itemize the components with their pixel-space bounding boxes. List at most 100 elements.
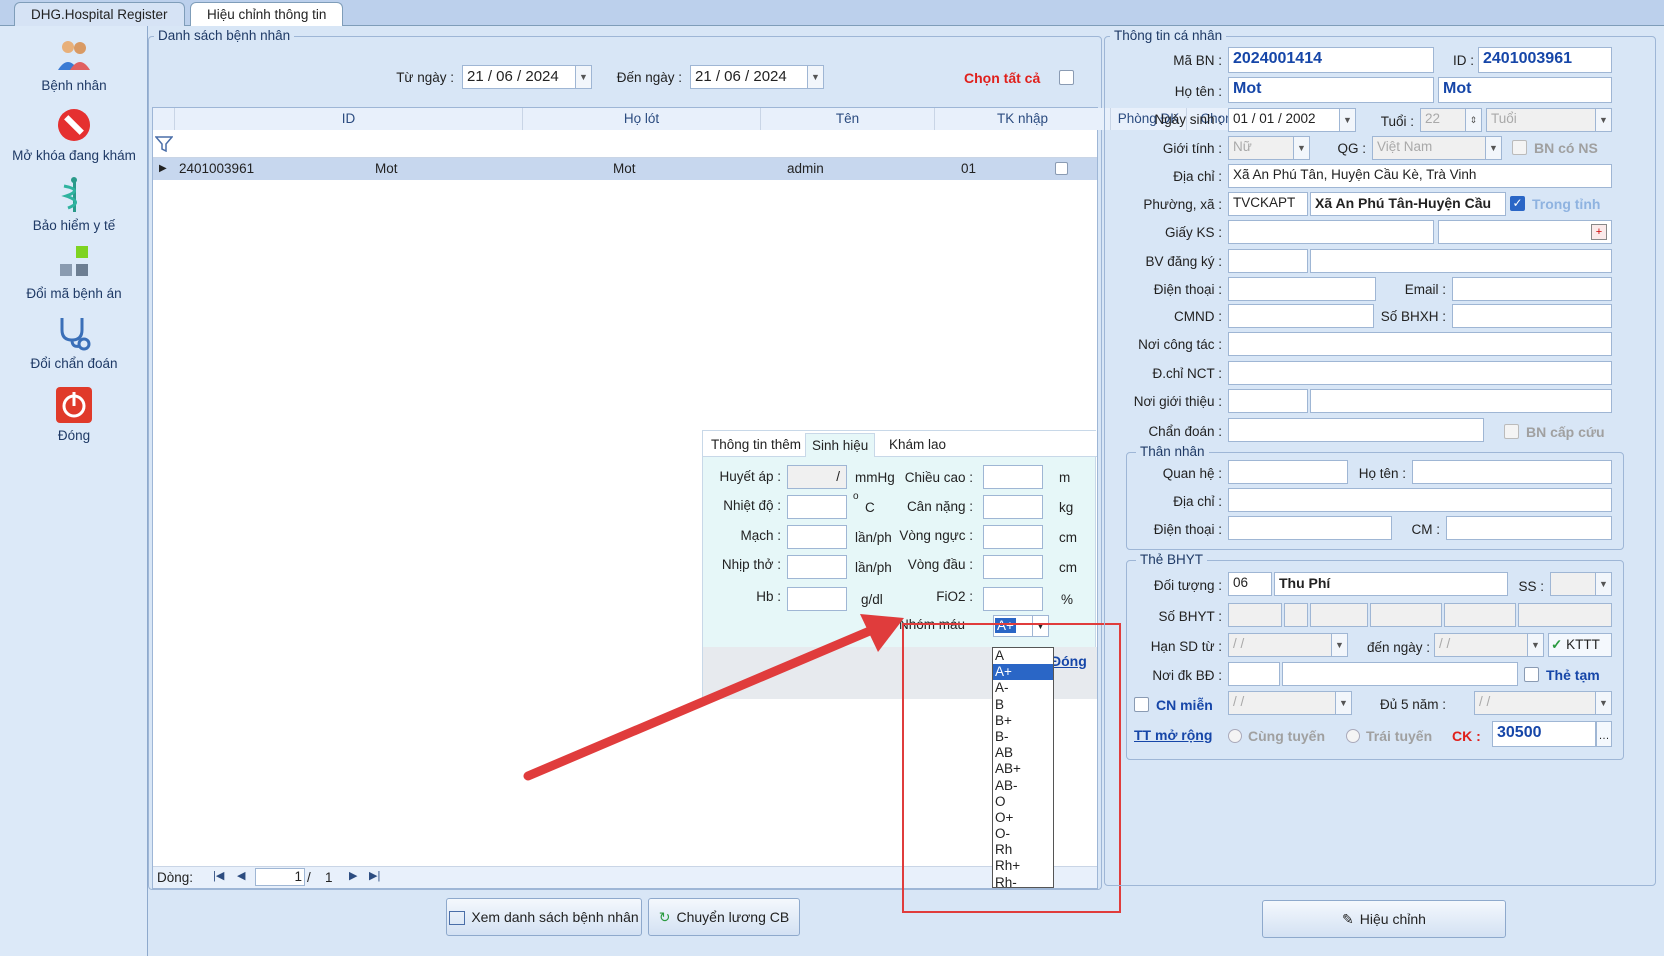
table-row[interactable]: ▶ 2401003961 Mot Mot admin 01: [153, 158, 1097, 180]
valid-from-field[interactable]: / / ▼: [1228, 633, 1348, 657]
workplace-address-field[interactable]: [1228, 361, 1612, 385]
next-page-icon[interactable]: ▶: [349, 869, 357, 882]
relative-name-field[interactable]: [1412, 460, 1612, 484]
relation-field[interactable]: [1228, 460, 1348, 484]
chevron-down-icon[interactable]: ▼: [1331, 634, 1347, 656]
tab-edit-info[interactable]: Hiệu chỉnh thông tin: [190, 2, 344, 26]
chevron-down-icon[interactable]: ▼: [575, 66, 591, 88]
from-date-field[interactable]: 21 / 06 / 2024 ▼: [462, 65, 592, 89]
subject-code-field[interactable]: 06: [1228, 572, 1272, 596]
fio2-input[interactable]: [983, 587, 1043, 611]
column-header-tk[interactable]: TK nhập: [935, 108, 1111, 130]
kttt-button[interactable]: ✓ KTTT: [1548, 633, 1612, 657]
pulse-input[interactable]: [787, 525, 847, 549]
subject-name-field[interactable]: Thu Phí: [1274, 572, 1508, 596]
tab-vitals[interactable]: Sinh hiệu: [805, 433, 876, 457]
in-province-checkbox[interactable]: ✓: [1510, 196, 1525, 211]
off-route-radio[interactable]: [1346, 729, 1360, 743]
insurance-number-part-3[interactable]: [1310, 603, 1368, 627]
phone-field[interactable]: [1228, 277, 1376, 301]
last-page-icon[interactable]: ▶|: [369, 869, 380, 882]
add-icon[interactable]: +: [1591, 224, 1607, 240]
blood-pressure-input[interactable]: /: [787, 465, 847, 489]
relative-phone-field[interactable]: [1228, 516, 1392, 540]
chevron-down-icon[interactable]: ▼: [1335, 692, 1351, 714]
relative-address-field[interactable]: [1228, 488, 1612, 512]
tab-more-info[interactable]: Thông tin thêm: [705, 433, 807, 457]
chevron-down-icon[interactable]: ▼: [1595, 692, 1611, 714]
tab-tuberculosis[interactable]: Khám lao: [883, 433, 952, 457]
address-field[interactable]: Xã An Phú Tân, Huyện Cầu Kè, Trà Vinh: [1228, 164, 1612, 188]
view-list-button[interactable]: Xem danh sách bệnh nhân: [446, 898, 642, 936]
five-years-field[interactable]: / / ▼: [1474, 691, 1612, 715]
more-icon[interactable]: …: [1596, 721, 1612, 747]
spinner-icon[interactable]: ⇕: [1465, 109, 1481, 131]
tab-app[interactable]: DHG.Hospital Register: [14, 2, 185, 26]
chest-input[interactable]: [983, 525, 1043, 549]
filter-icon[interactable]: [155, 136, 173, 152]
insurance-number-part-5[interactable]: [1444, 603, 1516, 627]
workplace-field[interactable]: [1228, 332, 1612, 356]
filter-row[interactable]: [153, 130, 1097, 158]
social-insurance-field[interactable]: [1452, 304, 1612, 328]
emergency-checkbox[interactable]: [1504, 424, 1519, 439]
same-route-radio[interactable]: [1228, 729, 1242, 743]
temp-card-checkbox[interactable]: [1524, 667, 1539, 682]
chevron-down-icon[interactable]: ▼: [1293, 137, 1309, 159]
row-select-checkbox[interactable]: [1055, 162, 1068, 175]
given-name-field[interactable]: Mot: [1438, 77, 1612, 103]
ward-code-field[interactable]: TVCKAPT: [1228, 192, 1308, 216]
chevron-down-icon[interactable]: ▼: [1595, 573, 1611, 595]
diagnosis-field[interactable]: [1228, 418, 1484, 442]
surname-field[interactable]: Mot: [1228, 77, 1434, 103]
id-card-field[interactable]: [1228, 304, 1374, 328]
age-field[interactable]: 22 ⇕: [1420, 108, 1482, 132]
edit-button[interactable]: ✎ Hiệu chỉnh: [1262, 900, 1506, 938]
chevron-down-icon[interactable]: ▼: [1527, 634, 1543, 656]
temperature-input[interactable]: [787, 495, 847, 519]
extended-info-link[interactable]: TT mở rộng: [1134, 727, 1212, 743]
reg-hospital-code-field[interactable]: [1228, 249, 1308, 273]
sidebar-item-change-diagnosis[interactable]: Đổi chẩn đoán: [0, 314, 148, 371]
insurance-number-part-4[interactable]: [1370, 603, 1442, 627]
birth-cert-field[interactable]: [1228, 220, 1434, 244]
page-input[interactable]: 1: [255, 868, 305, 886]
reg-place-code-field[interactable]: [1228, 662, 1280, 686]
select-all-checkbox[interactable]: [1059, 70, 1074, 85]
chevron-down-icon[interactable]: ▼: [1339, 109, 1355, 131]
reg-place-name-field[interactable]: [1282, 662, 1518, 686]
chevron-down-icon[interactable]: ▼: [1485, 137, 1501, 159]
sidebar-item-change-record[interactable]: Đổi mã bệnh án: [0, 244, 148, 301]
patient-code-field[interactable]: 2024001414: [1228, 47, 1434, 73]
sidebar-item-insurance[interactable]: Bảo hiểm y tế: [0, 176, 148, 233]
exempt-checkbox[interactable]: [1134, 697, 1149, 712]
referral-name-field[interactable]: [1310, 389, 1612, 413]
ward-name-field[interactable]: Xã An Phú Tân-Huyện Cầu: [1310, 192, 1506, 216]
email-field[interactable]: [1452, 277, 1612, 301]
sidebar-item-patients[interactable]: Bệnh nhân: [0, 36, 148, 93]
age-unit-select[interactable]: Tuổi ▼: [1486, 108, 1612, 132]
insurance-number-part-6[interactable]: [1518, 603, 1612, 627]
ss-select[interactable]: ▼: [1550, 572, 1612, 596]
respiration-input[interactable]: [787, 555, 847, 579]
weight-input[interactable]: [983, 495, 1043, 519]
dob-field[interactable]: 01 / 01 / 2002 ▼: [1228, 108, 1356, 132]
ck-field[interactable]: 30500: [1492, 721, 1596, 747]
hb-input[interactable]: [787, 587, 847, 611]
to-date-field[interactable]: 21 / 06 / 2024 ▼: [690, 65, 824, 89]
reg-hospital-name-field[interactable]: [1310, 249, 1612, 273]
column-header-id[interactable]: ID: [175, 108, 523, 130]
insurance-number-part-2[interactable]: [1284, 603, 1308, 627]
chevron-down-icon[interactable]: ▼: [807, 66, 823, 88]
referral-code-field[interactable]: [1228, 389, 1308, 413]
height-input[interactable]: [983, 465, 1043, 489]
relative-id-field[interactable]: [1446, 516, 1612, 540]
has-birth-checkbox[interactable]: [1512, 140, 1527, 155]
column-header-ten[interactable]: Tên: [761, 108, 935, 130]
insurance-number-part-1[interactable]: [1228, 603, 1282, 627]
head-input[interactable]: [983, 555, 1043, 579]
prev-page-icon[interactable]: ◀: [237, 869, 245, 882]
first-page-icon[interactable]: |◀: [213, 869, 224, 882]
valid-to-field[interactable]: / / ▼: [1434, 633, 1544, 657]
transfer-button[interactable]: ↻ Chuyển lương CB: [648, 898, 800, 936]
